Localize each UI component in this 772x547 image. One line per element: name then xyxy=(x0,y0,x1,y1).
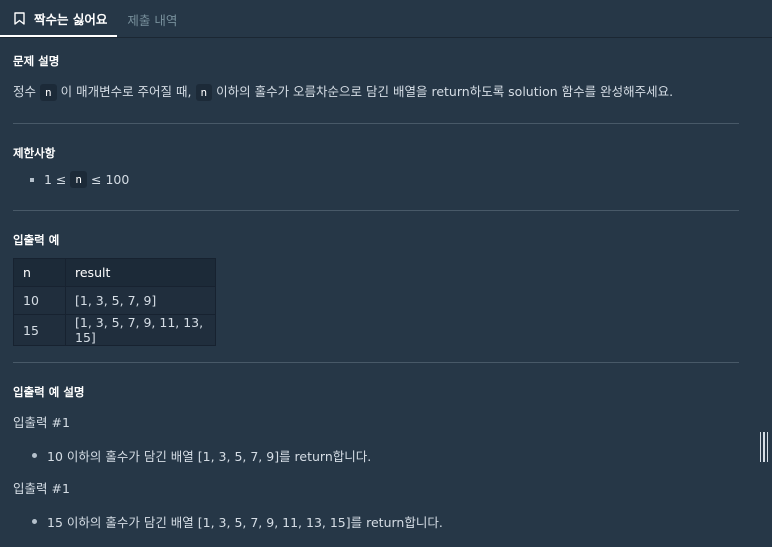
example-1-text: 10 이하의 홀수가 담긴 배열 [1, 3, 5, 7, 9]를 return… xyxy=(47,449,372,464)
tab-submissions-label: 제출 내역 xyxy=(127,12,178,28)
tab-submissions[interactable]: 제출 내역 xyxy=(117,1,187,37)
bullet-icon xyxy=(30,177,34,182)
cell-result: [1, 3, 5, 7, 9] xyxy=(65,286,216,315)
tab-bar: 짝수는 싫어요 제출 내역 xyxy=(0,0,772,38)
header-result: result xyxy=(65,258,216,287)
constraint-post: ≤ 100 xyxy=(91,172,130,187)
divider xyxy=(13,123,739,124)
desc-text-1: 정수 xyxy=(13,84,37,99)
divider xyxy=(13,210,739,211)
table-row: 15 [1, 3, 5, 7, 9, 11, 13, 15] xyxy=(13,314,216,346)
example-2-text: 15 이하의 홀수가 담긴 배열 [1, 3, 5, 7, 9, 11, 13,… xyxy=(47,515,443,530)
bullet-icon xyxy=(32,519,37,524)
resize-handle[interactable] xyxy=(760,432,768,462)
cell-n: 10 xyxy=(13,286,66,315)
bookmark-icon[interactable] xyxy=(14,11,25,25)
divider xyxy=(13,362,739,363)
code-n: n xyxy=(195,84,213,101)
problem-description: 정수 n 이 매개변수로 주어질 때, n 이하의 홀수가 오름차순으로 담긴 … xyxy=(13,82,673,103)
section-title-explanation: 입출력 예 설명 xyxy=(13,385,85,399)
section-title-description: 문제 설명 xyxy=(13,54,60,68)
grip-line xyxy=(760,432,762,462)
tab-problem-label: 짝수는 싫어요 xyxy=(34,11,108,27)
tab-problem[interactable]: 짝수는 싫어요 xyxy=(0,1,118,37)
header-n: n xyxy=(13,258,66,287)
table-row: 10 [1, 3, 5, 7, 9] xyxy=(13,286,216,315)
section-title-examples: 입출력 예 xyxy=(13,233,60,247)
code-n: n xyxy=(40,84,57,101)
desc-text-2: 이 매개변수로 주어질 때, xyxy=(60,84,192,99)
cell-result: [1, 3, 5, 7, 9, 11, 13, 15] xyxy=(65,314,216,346)
examples-table: n result 10 [1, 3, 5, 7, 9] 15 [1, 3, 5,… xyxy=(13,258,216,346)
grip-line xyxy=(766,432,768,462)
section-title-constraints: 제한사항 xyxy=(13,146,56,160)
code-n: n xyxy=(70,171,88,188)
bullet-icon xyxy=(32,453,37,458)
table-header-row: n result xyxy=(13,258,216,287)
constraint-item: 1 ≤ n ≤ 100 xyxy=(30,171,129,188)
desc-text-3: 이하의 홀수가 오름차순으로 담긴 배열을 return하도록 solution… xyxy=(216,84,674,99)
example-1-title: 입출력 #1 xyxy=(13,415,70,430)
cell-n: 15 xyxy=(13,314,66,346)
example-2-item: 15 이하의 홀수가 담긴 배열 [1, 3, 5, 7, 9, 11, 13,… xyxy=(32,512,443,531)
constraint-pre: 1 ≤ xyxy=(44,172,67,187)
example-1-item: 10 이하의 홀수가 담긴 배열 [1, 3, 5, 7, 9]를 return… xyxy=(32,446,371,465)
grip-line xyxy=(763,432,765,462)
example-2-title: 입출력 #1 xyxy=(13,481,70,496)
